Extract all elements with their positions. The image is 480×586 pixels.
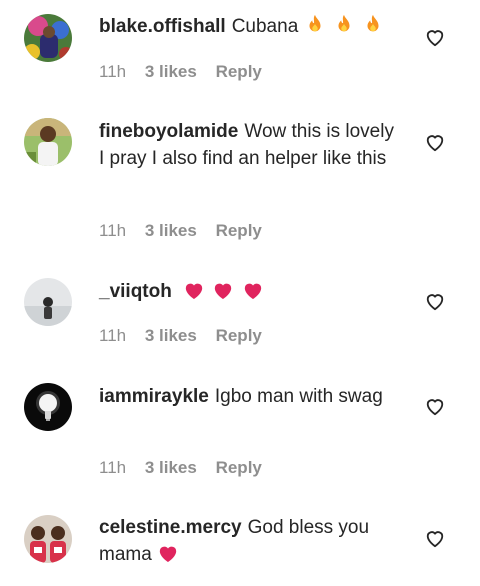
comment-meta: 11h 3 likes Reply: [99, 457, 276, 479]
like-heart-icon[interactable]: [424, 27, 446, 47]
comment-username[interactable]: _viiqtoh: [99, 281, 172, 302]
reply-button[interactable]: Reply: [216, 221, 262, 240]
comment-time: 11h: [99, 62, 127, 81]
comment-text: celestine.mercy God bless you mama: [99, 514, 399, 571]
like-heart-icon[interactable]: [424, 132, 446, 152]
comment-username[interactable]: iammiraykle: [99, 386, 209, 407]
avatar[interactable]: [24, 515, 72, 563]
comment-text: fineboyolamide Wow this is lovely I pray …: [99, 118, 399, 172]
comment-text: _viiqtoh: [99, 278, 399, 308]
reply-button[interactable]: Reply: [216, 458, 262, 477]
fire-icon: [304, 13, 326, 43]
comment-time: 11h: [99, 458, 127, 477]
comment-username[interactable]: fineboyolamide: [99, 121, 238, 142]
comment-text: iammiraykle Igbo man with swag: [99, 383, 399, 410]
comment-meta: 11h 3 likes Reply: [99, 220, 276, 242]
comment-likes[interactable]: 3 likes: [145, 221, 197, 240]
fire-icon: [362, 13, 384, 43]
comment-body: Igbo man with swag: [214, 386, 383, 407]
comment-username[interactable]: celestine.mercy: [99, 517, 242, 538]
comment-meta: 11h 3 likes Reply: [99, 61, 276, 83]
comment-likes[interactable]: 3 likes: [145, 62, 197, 81]
avatar[interactable]: [24, 278, 72, 326]
comment-username[interactable]: blake.offishall: [99, 16, 226, 37]
comments-list: blake.offishallCubana 11h 3 likes Reply: [0, 0, 480, 586]
red-heart-icon: [242, 280, 264, 308]
like-heart-icon[interactable]: [424, 528, 446, 548]
avatar[interactable]: [24, 118, 72, 166]
avatar[interactable]: [24, 14, 72, 62]
red-heart-icon: [183, 280, 205, 308]
comment-text: blake.offishall Cubana: [99, 13, 399, 43]
like-heart-icon[interactable]: [424, 396, 446, 416]
like-heart-icon[interactable]: [424, 291, 446, 311]
comment-likes[interactable]: 3 likes: [145, 326, 197, 345]
red-heart-icon: [157, 543, 179, 571]
comment-time: 11h: [99, 326, 127, 345]
red-heart-icon: [212, 280, 234, 308]
fire-icon: [333, 13, 355, 43]
comment-likes[interactable]: 3 likes: [145, 458, 197, 477]
comment-time: 11h: [99, 221, 127, 240]
avatar[interactable]: [24, 383, 72, 431]
reply-button[interactable]: Reply: [216, 326, 262, 345]
comment-body: Cubana: [231, 16, 299, 37]
reply-button[interactable]: Reply: [216, 62, 262, 81]
comment-meta: 11h 3 likes Reply: [99, 325, 276, 347]
